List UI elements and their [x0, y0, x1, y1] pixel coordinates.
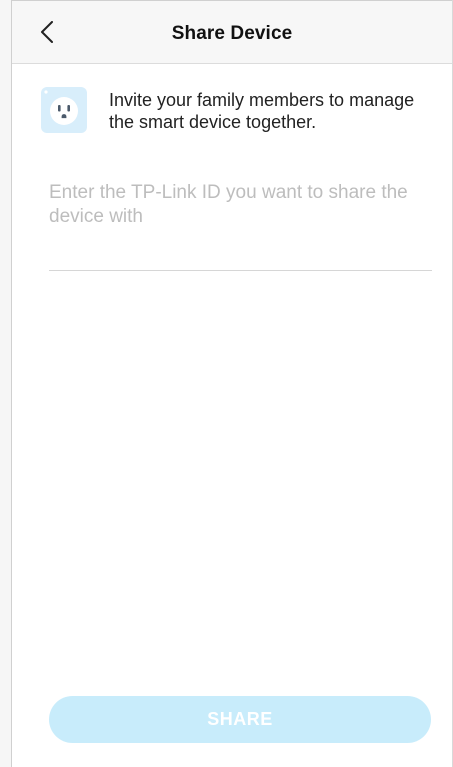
share-button[interactable]: SHARE — [49, 696, 431, 743]
invite-section: Invite your family members to manage the… — [40, 86, 440, 146]
input-underline — [49, 270, 432, 271]
smart-plug-icon — [41, 87, 87, 133]
tp-link-id-input[interactable] — [49, 181, 431, 265]
page-title: Share Device — [171, 23, 293, 44]
share-device-screen: Share Device Invite your family members … — [11, 0, 453, 767]
nav-header: Share Device — [12, 0, 452, 64]
invite-description: Invite your family members to manage the… — [109, 90, 415, 132]
